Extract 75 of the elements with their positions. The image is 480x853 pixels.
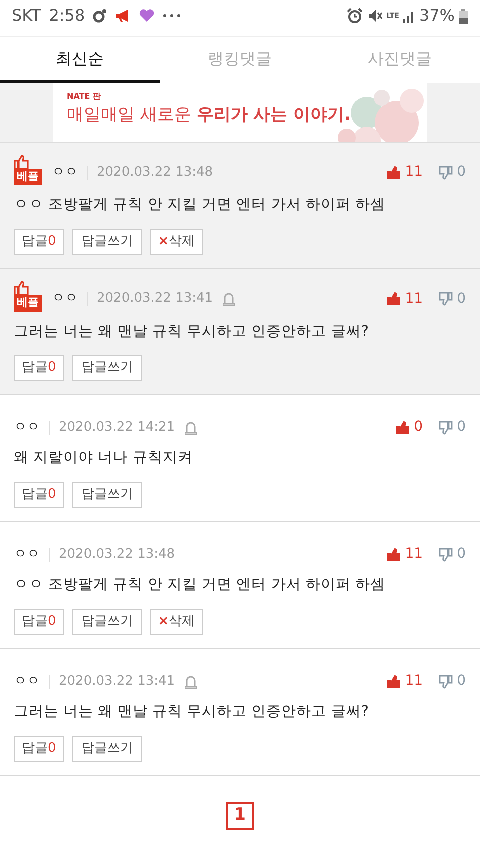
banner-ad[interactable]: NATE 판 매일매일 새로운 우리가 사는 이야기. <box>53 83 427 142</box>
delete-button[interactable]: ×삭제 <box>150 609 204 636</box>
author-name: ㅇㅇ <box>14 419 40 438</box>
comment-text: ㅇㅇ 조방팔게 규칙 안 지킬 거면 엔터 가서 하이퍼 하셈 <box>14 196 386 216</box>
like-count: 0 <box>414 418 424 438</box>
write-reply-button[interactable]: 답글쓰기 <box>72 609 142 636</box>
like-button[interactable]: 11 <box>387 288 424 310</box>
dislike-count: 0 <box>457 290 466 309</box>
thumbs-down-icon <box>439 420 454 435</box>
write-reply-button[interactable]: 답글쓰기 <box>72 736 142 762</box>
reply-count-button[interactable]: 답글0 <box>14 609 64 636</box>
comment-date: 2020.03.22 13:41 <box>59 673 176 692</box>
thumbs-down-icon <box>439 548 454 562</box>
thumbs-down-icon <box>439 166 454 180</box>
carrier-text: SKT <box>12 5 42 27</box>
thumbs-up-icon <box>387 292 402 306</box>
author-name: ㅇㅇ <box>52 290 78 308</box>
battery-icon <box>459 8 468 24</box>
thumbs-up-icon <box>396 420 410 435</box>
alarm-icon <box>346 8 363 24</box>
best-label: 베플 <box>14 169 42 186</box>
brand-logo-text: NATE 판 <box>67 91 102 103</box>
write-reply-button[interactable]: 답글쓰기 <box>72 482 142 508</box>
dislike-button[interactable]: 0 <box>439 288 466 310</box>
thumbs-up-icon <box>387 166 402 180</box>
comment-text: ㅇㅇ 조방팔게 규칙 안 지킬 거면 엔터 가서 하이퍼 하셈 <box>14 576 386 596</box>
time-text: 2:58 <box>49 5 86 27</box>
like-count: 11 <box>405 545 424 564</box>
like-button[interactable]: 11 <box>387 544 424 566</box>
ring-icon <box>93 9 108 23</box>
dislike-count: 0 <box>457 672 466 692</box>
thumbs-down-icon <box>439 674 454 689</box>
reply-count-button[interactable]: 답글0 <box>14 482 64 508</box>
thumbs-up-icon <box>387 548 402 562</box>
dislike-button[interactable]: 0 <box>439 544 466 566</box>
like-count: 11 <box>405 290 424 309</box>
reply-count-button[interactable]: 답글0 <box>14 736 64 762</box>
dislike-count: 0 <box>457 545 466 564</box>
like-button[interactable]: 11 <box>387 162 424 184</box>
heart-icon <box>139 9 156 23</box>
author-name: ㅇㅇ <box>14 673 40 692</box>
author-name: ㅇㅇ <box>52 164 78 182</box>
banner-headline: 매일매일 새로운 우리가 사는 이야기. <box>67 104 352 127</box>
dislike-count: 0 <box>457 418 466 438</box>
write-reply-button[interactable]: 답글쓰기 <box>72 229 142 256</box>
thumbs-down-icon <box>439 292 454 306</box>
like-count: 11 <box>405 672 424 692</box>
reply-count-button[interactable]: 답글0 <box>14 355 64 382</box>
best-label: 베플 <box>14 295 42 312</box>
like-count: 11 <box>405 163 424 182</box>
comment-date: 2020.03.22 13:48 <box>59 546 176 564</box>
thumbs-up-icon <box>14 281 30 296</box>
battery-text: 37% <box>419 5 455 27</box>
author-name: ㅇㅇ <box>14 546 40 564</box>
write-reply-button[interactable]: 답글쓰기 <box>72 355 142 382</box>
dislike-button[interactable]: 0 <box>439 671 466 692</box>
comment-date: 2020.03.22 13:41 <box>97 290 214 308</box>
mute-icon <box>366 8 383 24</box>
comment-text: 왜 지랄이야 너나 규칙지켜 <box>14 449 194 468</box>
signal-icon <box>403 9 416 23</box>
comment-text: 그러는 너는 왜 맨날 규칙 무시하고 인증안하고 글써? <box>14 703 370 722</box>
thumbs-up-icon <box>14 155 30 169</box>
like-button[interactable]: 11 <box>387 671 424 692</box>
reply-count-button[interactable]: 답글0 <box>14 229 64 256</box>
like-button[interactable]: 0 <box>396 417 424 438</box>
dislike-count: 0 <box>457 163 466 182</box>
more-icon <box>163 14 182 18</box>
comment-date: 2020.03.22 13:48 <box>97 164 214 182</box>
dislike-button[interactable]: 0 <box>439 162 466 184</box>
dislike-button[interactable]: 0 <box>439 417 466 438</box>
comment-date: 2020.03.22 14:21 <box>59 419 176 438</box>
page-button[interactable]: 1 <box>226 802 254 830</box>
comment-text: 그러는 너는 왜 맨날 규칙 무시하고 인증안하고 글써? <box>14 322 370 342</box>
delete-button[interactable]: ×삭제 <box>150 229 204 256</box>
thumbs-up-icon <box>387 674 402 689</box>
